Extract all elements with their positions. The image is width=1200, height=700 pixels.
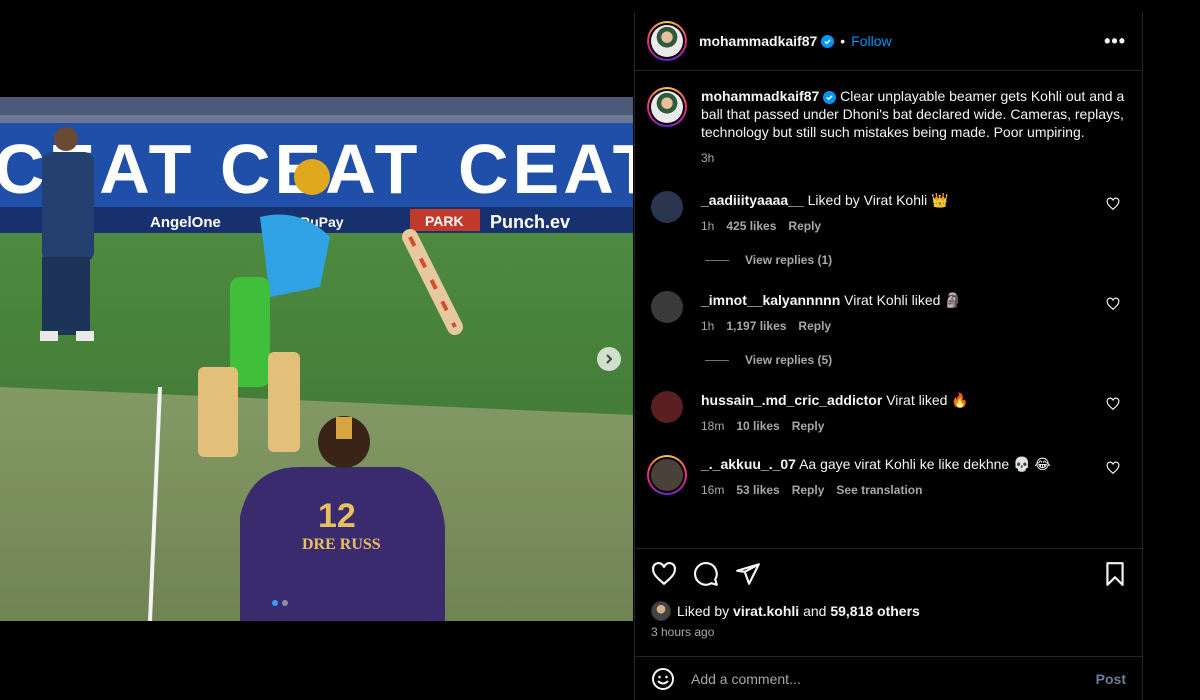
comment-username[interactable]: _imnot__kalyannnnn: [701, 292, 840, 308]
post-comment-button[interactable]: Post: [1096, 671, 1126, 687]
carousel-indicator: [272, 600, 288, 606]
view-replies-button[interactable]: View replies (5): [705, 353, 1126, 367]
comment-time: 1h: [701, 219, 715, 233]
comment-input[interactable]: [691, 670, 1096, 687]
comment-likes[interactable]: 1,197 likes: [726, 317, 786, 335]
likes-summary: Liked by virat.kohli and 59,818 others: [635, 598, 1142, 624]
comment-item: _._akkuu_._07 Aa gaye virat Kohli ke lik…: [647, 455, 1126, 499]
share-send-icon[interactable]: [735, 561, 761, 587]
like-comment-heart-icon[interactable]: [1106, 197, 1120, 211]
comment-text: Liked by Virat Kohli 👑: [807, 192, 949, 208]
comment-time: 16m: [701, 483, 725, 497]
reply-button[interactable]: Reply: [798, 317, 831, 335]
jersey-name: DRE RUSS: [302, 536, 381, 553]
caption-timestamp: 3h: [701, 151, 715, 165]
reply-button[interactable]: Reply: [788, 217, 821, 235]
sponsor-text-3: CEAT: [458, 130, 633, 208]
commenter-avatar[interactable]: [651, 291, 683, 323]
comment-text: Virat liked 🔥: [886, 392, 969, 408]
likes-and: and: [803, 603, 827, 619]
commenter-avatar[interactable]: [651, 391, 683, 423]
comment-username[interactable]: _._akkuu_._07: [701, 456, 796, 472]
caption-author-avatar[interactable]: [647, 87, 687, 127]
post-action-bar: [635, 548, 1142, 598]
comment-likes[interactable]: 425 likes: [726, 217, 776, 235]
comment-item: _aadiiityaaaa__ Liked by Virat Kohli 👑 1…: [647, 191, 1126, 235]
author-avatar[interactable]: [647, 21, 687, 61]
comment-bubble-icon[interactable]: [693, 561, 719, 587]
follow-button[interactable]: Follow: [851, 33, 891, 49]
next-image-button[interactable]: [597, 347, 621, 371]
add-comment-bar: Post: [635, 656, 1142, 700]
comment-time: 1h: [701, 319, 715, 333]
replies-divider-line: [705, 359, 729, 361]
comment-likes[interactable]: 53 likes: [736, 481, 779, 499]
board-text-park: PARK: [425, 213, 464, 229]
view-replies-label: View replies (1): [745, 253, 833, 267]
like-comment-heart-icon[interactable]: [1106, 297, 1120, 311]
cricket-match-image: CEAT CEAT CEAT AngelOne RuPay PARK Punch…: [0, 97, 633, 621]
comment-text: Aa gaye virat Kohli ke like dekhne 💀 😂: [799, 456, 1051, 472]
save-bookmark-icon[interactable]: [1102, 561, 1128, 587]
comment-likes[interactable]: 10 likes: [736, 417, 779, 435]
emoji-icon[interactable]: [651, 667, 675, 691]
comment-item: hussain_.md_cric_addictor Virat liked 🔥 …: [647, 391, 1126, 435]
caption-username[interactable]: mohammadkaif87: [701, 88, 819, 104]
like-comment-heart-icon[interactable]: [1106, 461, 1120, 475]
like-comment-heart-icon[interactable]: [1106, 397, 1120, 411]
jersey-number: 12: [318, 497, 356, 535]
view-replies-button[interactable]: View replies (1): [705, 253, 1126, 267]
author-username[interactable]: mohammadkaif87: [699, 33, 817, 49]
post-timestamp: 3 hours ago: [651, 625, 715, 639]
post-details-panel: mohammadkaif87 • Follow ••• mohammadkaif…: [634, 12, 1143, 700]
board-text-punch: Punch.ev: [490, 212, 570, 232]
comment-username[interactable]: hussain_.md_cric_addictor: [701, 392, 882, 408]
liker-avatar[interactable]: [651, 601, 671, 621]
view-replies-label: View replies (5): [745, 353, 833, 367]
comment-time: 18m: [701, 419, 725, 433]
comment-username[interactable]: _aadiiityaaaa__: [701, 192, 804, 208]
likes-others-count[interactable]: 59,818 others: [830, 603, 920, 619]
like-heart-icon[interactable]: [651, 561, 677, 587]
separator-dot: •: [840, 33, 846, 49]
reply-button[interactable]: Reply: [792, 417, 825, 435]
liker-username[interactable]: virat.kohli: [733, 603, 799, 619]
chevron-right-icon: [606, 354, 613, 364]
commenter-avatar[interactable]: [651, 191, 683, 223]
replies-divider-line: [705, 259, 729, 261]
likes-prefix: Liked by: [677, 603, 730, 619]
comment-item: _imnot__kalyannnnn Virat Kohli liked 🗿 1…: [647, 291, 1126, 335]
comment-text: Virat Kohli liked 🗿: [844, 292, 962, 308]
reply-button[interactable]: Reply: [792, 481, 825, 499]
board-text-angelone: AngelOne: [150, 214, 221, 231]
commenter-avatar[interactable]: [647, 455, 687, 495]
verified-badge-icon: [823, 91, 837, 104]
post-caption: mohammadkaif87 Clear unplayable beamer g…: [647, 87, 1126, 167]
carousel-dot: [282, 600, 288, 606]
see-translation-button[interactable]: See translation: [836, 481, 922, 499]
sponsor-text-1: CEAT: [0, 130, 195, 208]
comments-section: mohammadkaif87 Clear unplayable beamer g…: [635, 71, 1142, 548]
more-options-icon[interactable]: •••: [1104, 31, 1126, 52]
carousel-dot: [272, 600, 278, 606]
verified-badge-icon: [821, 34, 835, 48]
post-photo[interactable]: CEAT CEAT CEAT AngelOne RuPay PARK Punch…: [0, 97, 633, 621]
post-header: mohammadkaif87 • Follow •••: [635, 12, 1142, 71]
